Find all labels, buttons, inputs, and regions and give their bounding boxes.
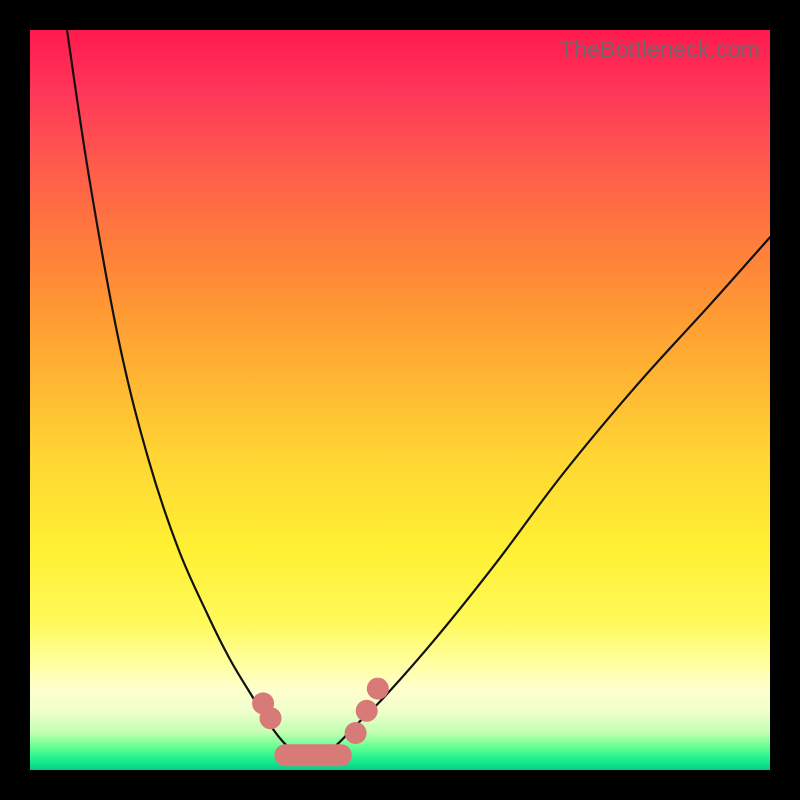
marker-dot <box>356 700 378 722</box>
plot-area: TheBottleneck.com <box>30 30 770 770</box>
bottleneck-curve-svg <box>30 30 770 770</box>
markers-group <box>252 678 389 756</box>
marker-dot <box>345 722 367 744</box>
marker-dot <box>260 707 282 729</box>
curve-left-branch <box>67 30 311 763</box>
outer-frame: TheBottleneck.com <box>0 0 800 800</box>
marker-dot <box>367 678 389 700</box>
